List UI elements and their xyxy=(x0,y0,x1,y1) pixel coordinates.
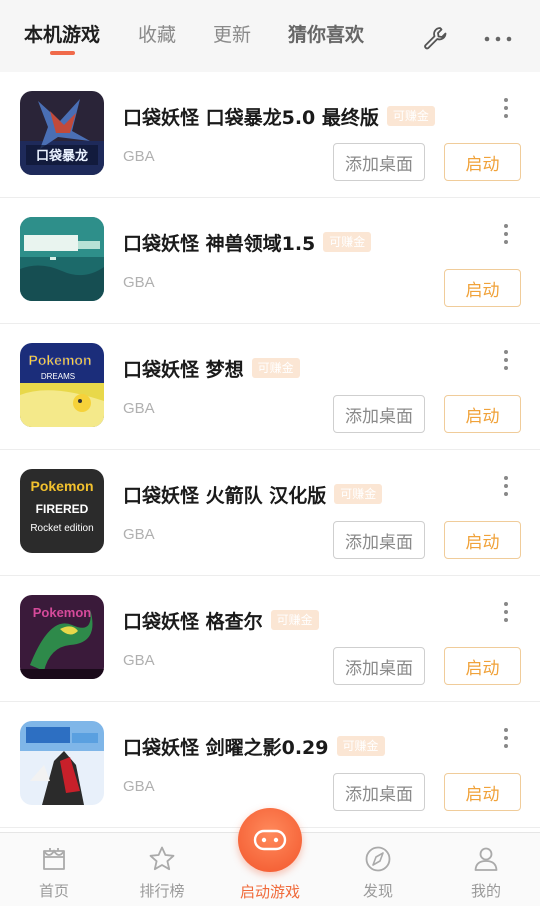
game-list: 口袋暴龙 口袋妖怪 口袋暴龙5.0 最终版 可赚金 GBA 添加桌面 启动 口袋… xyxy=(0,72,540,832)
game-cover xyxy=(20,721,104,805)
add-to-desktop-button[interactable]: 添加桌面 xyxy=(333,773,425,811)
game-title-row: 口袋妖怪 神兽领域1.5 可赚金 xyxy=(123,228,372,256)
platform-label: GBA xyxy=(123,274,155,291)
gamepad-icon xyxy=(253,829,287,851)
start-button[interactable]: 启动 xyxy=(444,143,521,181)
compass-icon xyxy=(365,846,391,872)
nav-label: 首页 xyxy=(38,882,69,900)
platform-label: GBA xyxy=(123,148,155,165)
earn-badge: 可赚金 xyxy=(386,106,435,126)
more-vertical-icon[interactable] xyxy=(500,600,512,624)
start-button[interactable]: 启动 xyxy=(444,269,521,307)
game-row[interactable]: 口袋妖怪 神兽领域1.5 可赚金 GBA 启动 xyxy=(0,198,540,324)
cover-logo: Pokemon xyxy=(28,352,91,368)
start-button[interactable]: 启动 xyxy=(444,773,521,811)
start-button[interactable]: 启动 xyxy=(444,395,521,433)
active-tab-indicator xyxy=(50,51,75,55)
game-row[interactable]: Pokemon DREAMS 口袋妖怪 梦想 可赚金 GBA 添加桌面 启动 xyxy=(0,324,540,450)
earn-badge: 可赚金 xyxy=(323,232,372,252)
platform-label: GBA xyxy=(123,526,155,543)
game-row[interactable]: 口袋暴龙 口袋妖怪 口袋暴龙5.0 最终版 可赚金 GBA 添加桌面 启动 xyxy=(0,72,540,198)
game-title: 口袋妖怪 梦想 xyxy=(123,358,244,381)
game-cover: Pokemon DREAMS xyxy=(20,343,104,427)
start-button[interactable]: 启动 xyxy=(444,647,521,685)
tab-favorites[interactable]: 收藏 xyxy=(138,22,176,48)
game-row[interactable]: Pokemon FIRERED Rocket edition 口袋妖怪 火箭队 … xyxy=(0,450,540,576)
more-horizontal-icon[interactable] xyxy=(483,24,513,54)
top-tab-bar: 本机游戏 收藏 更新 猜你喜欢 xyxy=(0,0,540,72)
game-cover: Pokemon FIRERED Rocket edition xyxy=(20,469,104,553)
game-title-row: 口袋妖怪 火箭队 汉化版 可赚金 xyxy=(123,480,383,508)
add-to-desktop-button[interactable]: 添加桌面 xyxy=(333,647,425,685)
star-icon xyxy=(149,846,175,871)
platform-label: GBA xyxy=(123,652,155,669)
game-title-row: 口袋妖怪 梦想 可赚金 xyxy=(123,354,300,382)
game-title: 口袋妖怪 神兽领域1.5 xyxy=(123,232,316,255)
cover-title: 口袋暴龙 xyxy=(36,148,88,164)
game-row[interactable]: Pokemon 口袋妖怪 格查尔 可赚金 GBA 添加桌面 启动 xyxy=(0,576,540,702)
game-cover: Pokemon xyxy=(20,595,104,679)
cover-logo: Pokemon xyxy=(30,478,93,494)
nav-label: 启动游戏 xyxy=(239,883,300,901)
cover-logo: Pokemon xyxy=(33,605,92,620)
tab-updates[interactable]: 更新 xyxy=(213,22,251,48)
wrench-icon[interactable] xyxy=(421,24,451,54)
game-title: 口袋妖怪 口袋暴龙5.0 最终版 xyxy=(123,106,379,129)
start-button[interactable]: 启动 xyxy=(444,521,521,559)
cover-subtitle: DREAMS xyxy=(41,372,75,381)
more-vertical-icon[interactable] xyxy=(500,348,512,372)
nav-ranking[interactable]: 排行榜 xyxy=(108,833,216,906)
platform-label: GBA xyxy=(123,400,155,417)
more-vertical-icon[interactable] xyxy=(500,222,512,246)
nav-label: 我的 xyxy=(470,882,501,900)
earn-badge: 可赚金 xyxy=(334,484,383,504)
add-to-desktop-button[interactable]: 添加桌面 xyxy=(333,395,425,433)
earn-badge: 可赚金 xyxy=(270,610,319,630)
nav-home[interactable]: 首页 xyxy=(0,833,108,906)
nav-label: 排行榜 xyxy=(139,882,185,900)
game-title: 口袋妖怪 剑曜之影0.29 xyxy=(123,736,329,759)
add-to-desktop-button[interactable]: 添加桌面 xyxy=(333,143,425,181)
nav-mine[interactable]: 我的 xyxy=(432,833,540,906)
cover-edition: Rocket edition xyxy=(30,523,93,534)
more-vertical-icon[interactable] xyxy=(500,726,512,750)
tab-recommended[interactable]: 猜你喜欢 xyxy=(288,22,364,48)
cover-subtitle: FIRERED xyxy=(36,502,89,516)
earn-badge: 可赚金 xyxy=(336,736,385,756)
add-to-desktop-button[interactable]: 添加桌面 xyxy=(333,521,425,559)
tab-local-games[interactable]: 本机游戏 xyxy=(24,22,100,48)
game-title-row: 口袋妖怪 口袋暴龙5.0 最终版 可赚金 xyxy=(123,102,435,130)
launch-game-button[interactable] xyxy=(238,808,302,872)
game-title: 口袋妖怪 格查尔 xyxy=(123,610,263,633)
platform-label: GBA xyxy=(123,778,155,795)
earn-badge: 可赚金 xyxy=(251,358,300,378)
game-cover: 口袋暴龙 xyxy=(20,91,104,175)
home-icon xyxy=(43,848,65,870)
user-icon xyxy=(474,847,498,871)
more-vertical-icon[interactable] xyxy=(500,474,512,498)
game-title-row: 口袋妖怪 格查尔 可赚金 xyxy=(123,606,319,634)
more-vertical-icon[interactable] xyxy=(500,96,512,120)
nav-discover[interactable]: 发现 xyxy=(324,833,432,906)
game-cover xyxy=(20,217,104,301)
nav-label: 发现 xyxy=(362,882,393,900)
game-title-row: 口袋妖怪 剑曜之影0.29 可赚金 xyxy=(123,732,385,760)
game-title: 口袋妖怪 火箭队 汉化版 xyxy=(123,484,327,507)
